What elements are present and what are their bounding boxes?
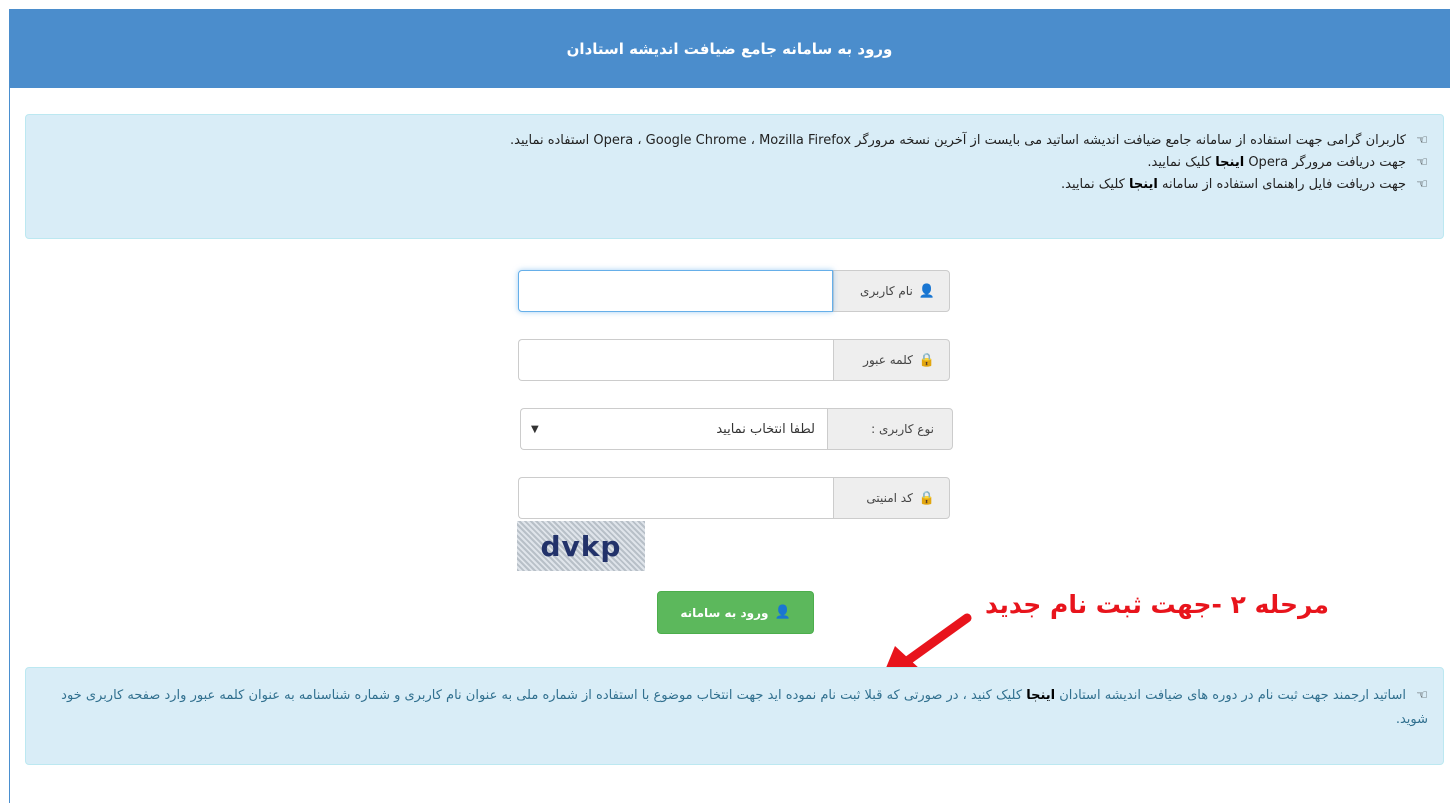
page-title: ورود به سامانه جامع ضیافت اندیشه استادان <box>566 39 893 58</box>
login-button-label: ورود به سامانه <box>680 605 769 620</box>
captcha-text: dvkp <box>540 529 622 563</box>
security-group: 🔒 کد امنیتی <box>518 477 950 519</box>
opera-download-link[interactable]: اینجا <box>1215 155 1244 170</box>
notice-line-2: ☜جهت دریافت مرورگر Opera اینجا کلیک نمای… <box>41 152 1428 174</box>
password-group: 🔒 کلمه عبور <box>518 339 950 381</box>
usertype-select[interactable]: لطفا انتخاب نمایید ▼ <box>520 408 827 450</box>
password-label: کلمه عبور <box>863 353 913 367</box>
usertype-addon: نوع کاربری : <box>827 408 953 450</box>
guide-download-link[interactable]: اینجا <box>1129 177 1158 192</box>
lock-icon: 🔒 <box>918 490 935 506</box>
page-header: ورود به سامانه جامع ضیافت اندیشه استادان <box>9 9 1450 88</box>
browser-notice: ☜کاربران گرامی جهت استفاده از سامانه جام… <box>25 114 1444 239</box>
user-icon: 👤 <box>774 605 791 620</box>
security-code-input[interactable] <box>518 477 833 519</box>
usertype-group: نوع کاربری : لطفا انتخاب نمایید ▼ <box>520 408 953 450</box>
hand-pointing-icon: ☜ <box>1416 155 1428 170</box>
security-label: کد امنیتی <box>866 491 913 505</box>
registration-notice: ☜اساتید ارجمند جهت ثبت نام در دوره های ض… <box>25 667 1444 765</box>
password-input[interactable] <box>518 339 833 381</box>
caret-down-icon: ▼ <box>531 423 539 435</box>
lock-icon: 🔒 <box>918 352 935 368</box>
username-group: 👤 نام کاربری <box>518 270 950 312</box>
usertype-selected: لطفا انتخاب نمایید <box>716 421 815 437</box>
hand-pointing-icon: ☜ <box>1416 688 1428 703</box>
user-icon: 👤 <box>918 283 935 299</box>
username-input[interactable] <box>518 270 833 312</box>
hand-pointing-icon: ☜ <box>1416 177 1428 192</box>
notice-line-3: ☜جهت دریافت فایل راهنمای استفاده از ساما… <box>41 174 1428 196</box>
usertype-label: نوع کاربری : <box>871 422 934 436</box>
registration-link[interactable]: اینجا <box>1026 688 1055 703</box>
captcha-image[interactable]: dvkp <box>517 521 645 571</box>
annotation-text: مرحله ۲ -جهت ثبت نام جدید <box>985 590 1330 619</box>
username-label: نام کاربری <box>860 284 913 298</box>
username-addon: 👤 نام کاربری <box>833 270 950 312</box>
hand-pointing-icon: ☜ <box>1416 133 1428 148</box>
login-button[interactable]: 👤 ورود به سامانه <box>657 591 814 634</box>
security-addon: 🔒 کد امنیتی <box>833 477 950 519</box>
notice-line-1: ☜کاربران گرامی جهت استفاده از سامانه جام… <box>41 130 1428 152</box>
password-addon: 🔒 کلمه عبور <box>833 339 950 381</box>
